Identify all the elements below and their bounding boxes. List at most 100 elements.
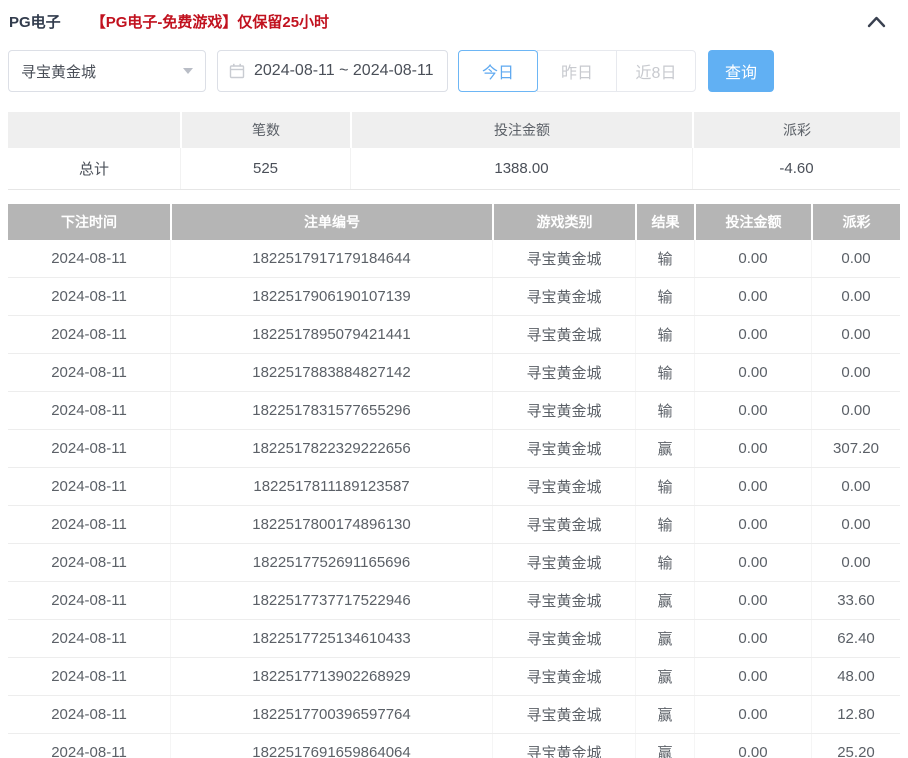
result-cell: 输 bbox=[635, 392, 694, 429]
game-type-cell: 寻宝黄金城 bbox=[492, 620, 635, 657]
bet-amount-cell: 0.00 bbox=[694, 468, 811, 505]
game-type-cell: 寻宝黄金城 bbox=[492, 354, 635, 391]
game-type-cell: 寻宝黄金城 bbox=[492, 658, 635, 695]
bet-amount-cell: 0.00 bbox=[694, 620, 811, 657]
table-row: 2024-08-11 1822517895079421441 寻宝黄金城 输 0… bbox=[8, 316, 900, 354]
game-type-cell: 寻宝黄金城 bbox=[492, 392, 635, 429]
bet-records-table: 下注时间 注单编号 游戏类别 结果 投注金额 派彩 2024-08-11 182… bbox=[8, 204, 900, 758]
result-cell: 赢 bbox=[635, 582, 694, 619]
panel-header: PG电子 【PG电子-免费游戏】仅保留25小时 bbox=[0, 0, 908, 42]
game-type-cell: 寻宝黄金城 bbox=[492, 544, 635, 581]
table-row: 2024-08-11 1822517691659864064 寻宝黄金城 赢 0… bbox=[8, 734, 900, 758]
game-type-cell: 寻宝黄金城 bbox=[492, 696, 635, 733]
table-row: 2024-08-11 1822517752691165696 寻宝黄金城 输 0… bbox=[8, 544, 900, 582]
bet-amount-cell: 0.00 bbox=[694, 734, 811, 758]
payout-cell: 0.00 bbox=[811, 316, 900, 353]
table-row: 2024-08-11 1822517713902268929 寻宝黄金城 赢 0… bbox=[8, 658, 900, 696]
payout-cell: 0.00 bbox=[811, 354, 900, 391]
bet-amount-cell: 0.00 bbox=[694, 354, 811, 391]
today-button[interactable]: 今日 bbox=[458, 50, 538, 92]
summary-total-count: 525 bbox=[180, 148, 350, 189]
header-bet-id: 注单编号 bbox=[170, 204, 492, 240]
summary-header-payout: 派彩 bbox=[692, 112, 900, 148]
bet-time-cell: 2024-08-11 bbox=[51, 288, 127, 305]
bet-amount-cell: 0.00 bbox=[694, 658, 811, 695]
bet-amount-cell: 0.00 bbox=[694, 544, 811, 581]
summary-header-row: 笔数 投注金额 派彩 bbox=[8, 112, 900, 148]
bet-id-cell: 1822517700396597764 bbox=[170, 696, 492, 733]
payout-cell: 62.40 bbox=[811, 620, 900, 657]
table-row: 2024-08-11 1822517831577655296 寻宝黄金城 输 0… bbox=[8, 392, 900, 430]
result-cell: 输 bbox=[635, 240, 694, 277]
bet-id-cell: 1822517895079421441 bbox=[170, 316, 492, 353]
result-cell: 输 bbox=[635, 316, 694, 353]
panel-notice: 【PG电子-免费游戏】仅保留25小时 bbox=[90, 13, 330, 31]
summary-header-count: 笔数 bbox=[180, 112, 350, 148]
payout-cell: 0.00 bbox=[811, 544, 900, 581]
panel-title: PG电子 bbox=[9, 13, 61, 31]
bet-time-cell: 2024-08-11 bbox=[51, 706, 127, 723]
bet-id-cell: 1822517725134610433 bbox=[170, 620, 492, 657]
payout-cell: 48.00 bbox=[811, 658, 900, 695]
table-row: 2024-08-11 1822517917179184644 寻宝黄金城 输 0… bbox=[8, 240, 900, 278]
game-type-cell: 寻宝黄金城 bbox=[492, 430, 635, 467]
bet-amount-cell: 0.00 bbox=[694, 316, 811, 353]
table-row: 2024-08-11 1822517800174896130 寻宝黄金城 输 0… bbox=[8, 506, 900, 544]
calendar-icon bbox=[229, 63, 245, 79]
bet-id-cell: 1822517800174896130 bbox=[170, 506, 492, 543]
header-bet-amount: 投注金额 bbox=[694, 204, 811, 240]
table-row: 2024-08-11 1822517737717522946 寻宝黄金城 赢 0… bbox=[8, 582, 900, 620]
search-button[interactable]: 查询 bbox=[708, 50, 774, 92]
summary-total-label: 总计 bbox=[8, 148, 180, 189]
bet-amount-cell: 0.00 bbox=[694, 506, 811, 543]
payout-cell: 12.80 bbox=[811, 696, 900, 733]
bet-time-cell: 2024-08-11 bbox=[51, 516, 127, 533]
bet-id-cell: 1822517883884827142 bbox=[170, 354, 492, 391]
caret-down-icon bbox=[183, 68, 193, 74]
result-cell: 赢 bbox=[635, 696, 694, 733]
summary-header-bet-amount: 投注金额 bbox=[350, 112, 692, 148]
table-row: 2024-08-11 1822517811189123587 寻宝黄金城 输 0… bbox=[8, 468, 900, 506]
header-result: 结果 bbox=[635, 204, 694, 240]
payout-cell: 0.00 bbox=[811, 240, 900, 277]
bet-time-cell: 2024-08-11 bbox=[51, 744, 127, 758]
table-row: 2024-08-11 1822517906190107139 寻宝黄金城 输 0… bbox=[8, 278, 900, 316]
table-row: 2024-08-11 1822517700396597764 寻宝黄金城 赢 0… bbox=[8, 696, 900, 734]
bet-id-cell: 1822517737717522946 bbox=[170, 582, 492, 619]
summary-total-payout: -4.60 bbox=[692, 148, 900, 189]
summary-table: 笔数 投注金额 派彩 总计 525 1388.00 -4.60 bbox=[8, 112, 900, 190]
game-type-cell: 寻宝黄金城 bbox=[492, 582, 635, 619]
game-type-cell: 寻宝黄金城 bbox=[492, 278, 635, 315]
summary-total-row: 总计 525 1388.00 -4.60 bbox=[8, 148, 900, 190]
payout-cell: 307.20 bbox=[811, 430, 900, 467]
header-game-type: 游戏类别 bbox=[492, 204, 635, 240]
bet-id-cell: 1822517917179184644 bbox=[170, 240, 492, 277]
collapse-button[interactable] bbox=[867, 15, 886, 28]
result-cell: 输 bbox=[635, 506, 694, 543]
bet-amount-cell: 0.00 bbox=[694, 278, 811, 315]
result-cell: 赢 bbox=[635, 430, 694, 467]
bet-id-cell: 1822517822329222656 bbox=[170, 430, 492, 467]
table-row: 2024-08-11 1822517883884827142 寻宝黄金城 输 0… bbox=[8, 354, 900, 392]
bet-amount-cell: 0.00 bbox=[694, 430, 811, 467]
bet-id-cell: 1822517752691165696 bbox=[170, 544, 492, 581]
payout-cell: 0.00 bbox=[811, 468, 900, 505]
game-type-cell: 寻宝黄金城 bbox=[492, 506, 635, 543]
game-select-value: 寻宝黄金城 bbox=[21, 63, 97, 81]
yesterday-button[interactable]: 昨日 bbox=[537, 50, 617, 92]
result-cell: 赢 bbox=[635, 734, 694, 758]
summary-header-empty bbox=[8, 112, 180, 148]
payout-cell: 25.20 bbox=[811, 734, 900, 758]
table-row: 2024-08-11 1822517725134610433 寻宝黄金城 赢 0… bbox=[8, 620, 900, 658]
game-select[interactable]: 寻宝黄金城 bbox=[8, 50, 206, 92]
game-type-cell: 寻宝黄金城 bbox=[492, 468, 635, 505]
bet-time-cell: 2024-08-11 bbox=[51, 592, 127, 609]
result-cell: 赢 bbox=[635, 658, 694, 695]
bet-time-cell: 2024-08-11 bbox=[51, 630, 127, 647]
payout-cell: 0.00 bbox=[811, 506, 900, 543]
bet-id-cell: 1822517811189123587 bbox=[170, 468, 492, 505]
bet-amount-cell: 0.00 bbox=[694, 582, 811, 619]
last-8-days-button[interactable]: 近8日 bbox=[616, 50, 696, 92]
date-range-input[interactable]: 2024-08-11 ~ 2024-08-11 bbox=[217, 50, 448, 92]
bet-time-cell: 2024-08-11 bbox=[51, 478, 127, 495]
